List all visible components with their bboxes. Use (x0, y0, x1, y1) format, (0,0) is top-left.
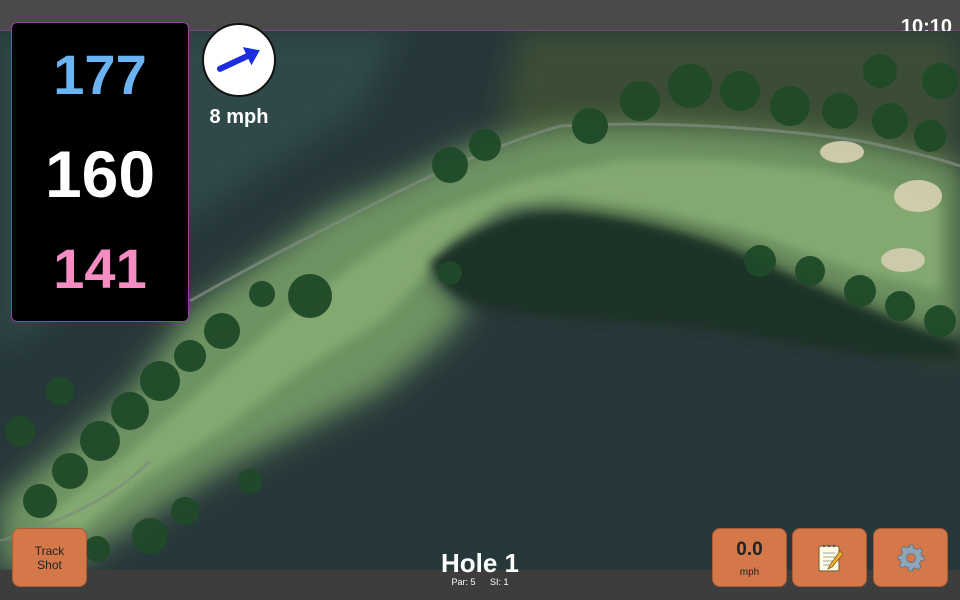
speed-value: 0.0 (736, 539, 763, 560)
distance-panel: 177 160 141 (11, 22, 189, 322)
front-distance: 141 (53, 237, 147, 300)
wind-speed: 8 mph (209, 106, 269, 128)
wind-indicator (202, 23, 276, 97)
center-distance: 160 (44, 137, 156, 211)
notepad-icon (818, 544, 844, 572)
gear-icon (897, 544, 925, 572)
speed-unit: mph (739, 567, 760, 578)
track-shot-button[interactable]: Track Shot (12, 528, 87, 587)
par-label: Par: 5 (451, 577, 476, 587)
stroke-index-label: SI: 1 (490, 577, 509, 587)
settings-button[interactable] (873, 528, 948, 587)
notes-button[interactable] (792, 528, 867, 587)
back-distance: 177 (53, 43, 147, 106)
hole-info: Par: 5 SI: 1 (380, 577, 580, 587)
arrow-icon (216, 47, 260, 72)
hole-title: Hole 1 (440, 548, 520, 578)
track-shot-label: Track Shot (34, 543, 65, 572)
speed-button[interactable]: 0.0 mph (712, 528, 787, 587)
